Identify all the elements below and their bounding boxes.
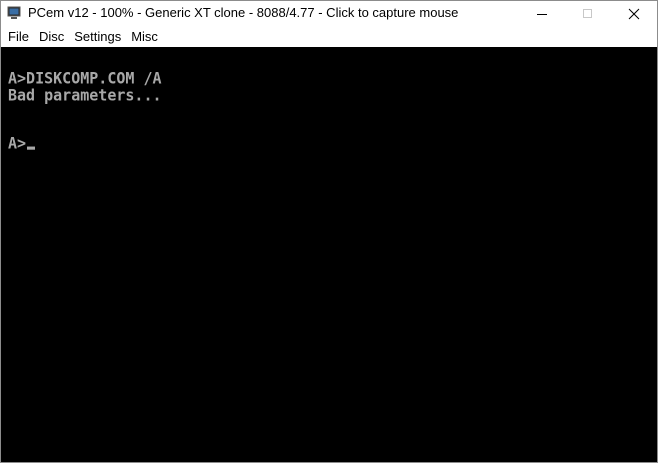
minimize-button[interactable] [519, 1, 565, 27]
menu-file[interactable]: File [1, 27, 34, 47]
pcem-app-icon [7, 6, 21, 19]
menu-bar: File Disc Settings Misc [1, 27, 657, 47]
text-cursor [27, 146, 36, 150]
close-button[interactable] [611, 1, 657, 27]
menu-misc[interactable]: Misc [126, 27, 163, 47]
menu-settings[interactable]: Settings [69, 27, 126, 47]
console-error-line: Bad parameters... [8, 85, 162, 105]
close-icon [628, 8, 640, 20]
console-prompt: A> [8, 133, 27, 153]
title-bar[interactable]: PCem v12 - 100% - Generic XT clone - 808… [1, 1, 657, 27]
console-prompt-line: A> [8, 133, 36, 153]
menu-disc[interactable]: Disc [34, 27, 69, 47]
minimize-icon [537, 14, 547, 15]
window-title: PCem v12 - 100% - Generic XT clone - 808… [28, 5, 459, 20]
emulator-screen[interactable]: A>DISKCOMP.COM /A Bad parameters... A> [1, 47, 657, 462]
maximize-icon [583, 9, 592, 18]
emulator-window: PCem v12 - 100% - Generic XT clone - 808… [0, 0, 658, 463]
maximize-button[interactable] [565, 1, 611, 27]
console-command-line: A>DISKCOMP.COM /A [8, 68, 162, 88]
